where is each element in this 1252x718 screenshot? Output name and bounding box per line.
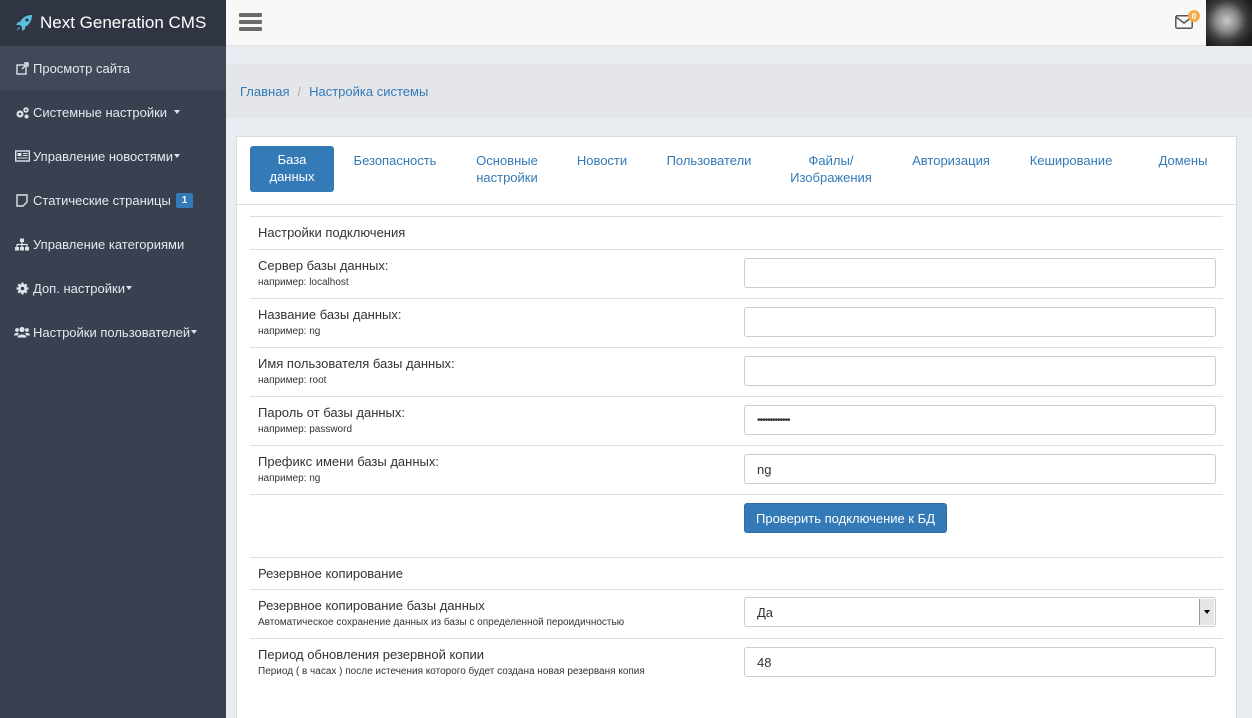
field-row-db-password: Пароль от базы данных: например: passwor… bbox=[250, 396, 1223, 445]
backup-section-header: Резервное копирование bbox=[250, 557, 1223, 589]
section-title: Резервное копирование bbox=[258, 566, 403, 581]
tab-news[interactable]: Новости bbox=[569, 152, 635, 197]
tab-general-settings[interactable]: Основные настройки bbox=[467, 152, 547, 197]
sidebar-item-news[interactable]: Управление новостями bbox=[0, 134, 226, 178]
tab-domains[interactable]: Домены bbox=[1143, 152, 1223, 197]
tab-label: База данных bbox=[269, 152, 315, 184]
check-connection-row: Проверить подключение к БД bbox=[250, 494, 1223, 557]
settings-panel: База данных Безопасность Основные настро… bbox=[236, 136, 1237, 718]
tab-label: Безопасность bbox=[353, 153, 437, 168]
tab-files-images[interactable]: Файлы/ Изображения bbox=[783, 152, 879, 197]
tab-users[interactable]: Пользователи bbox=[659, 152, 759, 197]
field-label: Сервер базы данных: bbox=[258, 258, 389, 273]
db-server-input[interactable] bbox=[744, 258, 1216, 288]
mail-count-badge: 0 bbox=[1188, 10, 1200, 22]
sidebar-item-static-pages[interactable]: Статические страницы 1 bbox=[0, 178, 226, 222]
tab-database[interactable]: База данных bbox=[250, 146, 334, 192]
backup-enabled-select[interactable]: Да bbox=[744, 597, 1216, 627]
newspaper-icon bbox=[14, 149, 30, 163]
field-hint: например: localhost bbox=[258, 277, 349, 288]
section-title: Настройки подключения bbox=[258, 225, 406, 240]
sidebar-item-system-settings[interactable]: Системные настройки bbox=[0, 90, 226, 134]
field-row-backup-period: Период обновления резервной копии Период… bbox=[250, 638, 1223, 688]
breadcrumb: Главная / Настройка системы bbox=[226, 64, 1252, 118]
tab-label: Домены bbox=[1158, 153, 1208, 168]
breadcrumb-home-link[interactable]: Главная bbox=[240, 84, 289, 99]
sidebar-item-label: Управление категориями bbox=[33, 236, 185, 252]
field-hint: например: password bbox=[258, 424, 352, 435]
field-hint: например: ng bbox=[258, 326, 321, 337]
sidebar-item-label: Доп. настройки bbox=[33, 280, 125, 296]
field-label: Название базы данных: bbox=[258, 307, 402, 322]
db-user-input[interactable] bbox=[744, 356, 1216, 386]
field-label: Имя пользователя базы данных: bbox=[258, 356, 455, 371]
field-row-db-user: Имя пользователя базы данных: например: … bbox=[250, 347, 1223, 396]
sidebar-item-user-settings[interactable]: Настройки пользователей bbox=[0, 310, 226, 354]
field-row-db-server: Сервер базы данных: например: localhost bbox=[250, 249, 1223, 298]
tab-security[interactable]: Безопасность bbox=[349, 152, 441, 197]
sidebar-item-label: Просмотр сайта bbox=[33, 60, 131, 76]
external-link-icon bbox=[14, 61, 30, 75]
tab-caching[interactable]: Кеширование bbox=[1023, 152, 1119, 197]
breadcrumb-current[interactable]: Настройка системы bbox=[309, 84, 428, 99]
field-row-backup-enabled: Резервное копирование базы данных Автома… bbox=[250, 589, 1223, 638]
tab-label: Кеширование bbox=[1029, 153, 1113, 168]
tab-label: Пользователи bbox=[666, 153, 752, 168]
connection-section-header: Настройки подключения bbox=[250, 216, 1223, 249]
caret-down-icon bbox=[173, 154, 180, 158]
sidebar-item-view-site[interactable]: Просмотр сайта bbox=[0, 46, 226, 90]
field-hint: например: root bbox=[258, 375, 327, 386]
sidebar-item-extra-settings[interactable]: Доп. настройки bbox=[0, 266, 226, 310]
sidebar-item-label: Настройки пользователей bbox=[33, 324, 191, 340]
db-password-input[interactable]: ••••••••••••• bbox=[744, 405, 1216, 435]
field-hint: Период ( в часах ) после истечения котор… bbox=[258, 666, 645, 677]
tab-label: Авторизация bbox=[912, 153, 990, 168]
check-db-connection-button[interactable]: Проверить подключение к БД bbox=[744, 503, 947, 533]
field-row-db-prefix: Префикс имени базы данных: например: ng … bbox=[250, 445, 1223, 494]
sidebar-item-label: Управление новостями bbox=[33, 148, 173, 164]
field-label: Резервное копирование базы данных bbox=[258, 598, 485, 613]
tab-label: Файлы/ Изображения bbox=[790, 153, 872, 185]
sidebar: Next Generation CMS Просмотр сайта Систе… bbox=[0, 0, 226, 718]
tab-label: Основные настройки bbox=[476, 153, 538, 185]
field-label: Префикс имени базы данных: bbox=[258, 454, 439, 469]
caret-down-icon bbox=[174, 110, 181, 114]
tab-authorization[interactable]: Авторизация bbox=[903, 152, 999, 197]
caret-down-icon bbox=[191, 330, 198, 334]
sidebar-item-categories[interactable]: Управление категориями bbox=[0, 222, 226, 266]
select-value: Да bbox=[757, 604, 774, 620]
file-icon bbox=[14, 193, 30, 207]
sitemap-icon bbox=[14, 237, 30, 251]
users-icon bbox=[14, 325, 30, 339]
sidebar-item-label: Системные настройки bbox=[33, 104, 168, 120]
tab-label: Новости bbox=[576, 153, 628, 168]
settings-tabs: База данных Безопасность Основные настро… bbox=[237, 137, 1236, 205]
breadcrumb-separator: / bbox=[297, 83, 302, 99]
field-row-db-name: Название базы данных: например: ng bbox=[250, 298, 1223, 347]
cogs-icon bbox=[14, 105, 30, 119]
brand[interactable]: Next Generation CMS bbox=[0, 0, 226, 46]
db-name-input[interactable] bbox=[744, 307, 1216, 337]
field-label: Пароль от базы данных: bbox=[258, 405, 406, 420]
avatar[interactable] bbox=[1206, 0, 1252, 46]
rocket-icon bbox=[16, 15, 32, 31]
field-label: Период обновления резервной копии bbox=[258, 647, 485, 662]
field-hint: например: ng bbox=[258, 473, 321, 484]
count-badge: 1 bbox=[175, 192, 194, 208]
brand-title: Next Generation CMS bbox=[40, 13, 207, 32]
db-prefix-input[interactable]: ng bbox=[744, 454, 1216, 484]
sidebar-item-label: Статические страницы bbox=[33, 192, 171, 208]
backup-period-input[interactable]: 48 bbox=[744, 647, 1216, 677]
select-arrow-icon[interactable] bbox=[1199, 599, 1214, 625]
cog-icon bbox=[14, 281, 30, 295]
caret-down-icon bbox=[125, 286, 132, 290]
menu-toggle-icon[interactable] bbox=[239, 13, 262, 32]
field-hint: Автоматическое сохранение данных из базы… bbox=[258, 617, 625, 628]
top-navbar: 0 bbox=[226, 0, 1252, 46]
